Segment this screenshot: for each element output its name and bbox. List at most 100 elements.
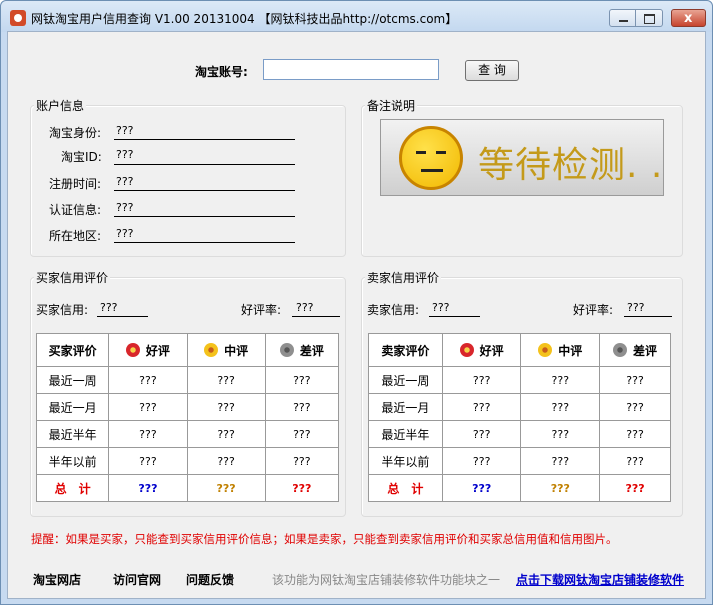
column-header: 买家评价 [35, 333, 110, 367]
maximize-button[interactable] [636, 9, 663, 27]
total-good: ??? [441, 474, 522, 502]
good-cell: ??? [441, 393, 522, 421]
field-underline [114, 190, 295, 191]
total-good: ??? [108, 474, 188, 502]
field-underline [624, 316, 672, 317]
status-text: 等待检测. . [478, 145, 664, 186]
good-cell: ??? [108, 447, 188, 475]
neutral-cell: ??? [186, 366, 266, 394]
table-row: 最近一月 ??? ??? ??? [35, 393, 340, 421]
column-header-label: 好评 [145, 343, 170, 358]
account-field-value: ??? [116, 148, 134, 161]
field-underline [114, 216, 295, 217]
account-field-label: 淘宝ID: [61, 150, 102, 164]
seller-rating-table: 卖家评价 好评 中评 差评 最近一周 ??? ??? ??? 最近一月 ??? … [368, 333, 671, 502]
seller-credit-value: ??? [432, 301, 450, 314]
seller-credit-title: 卖家信用评价 [365, 269, 442, 286]
official-site-link[interactable]: 访问官网 [113, 571, 161, 588]
bad-cell: ??? [264, 447, 340, 475]
neutral-face-icon [399, 126, 463, 190]
bad-cell: ??? [599, 447, 671, 475]
seller-rate-label: 好评率: [573, 303, 614, 317]
table-row: 最近一周 ??? ??? ??? [368, 366, 671, 394]
yellow-flower-icon [204, 342, 219, 357]
period-cell: 最近一周 [368, 366, 443, 394]
title-bar[interactable]: 网钛淘宝用户信用查询 V1.00 20131004 【网钛科技出品http://… [1, 1, 712, 32]
buyer-credit-title: 买家信用评价 [34, 269, 111, 286]
download-link[interactable]: 点击下载网钛淘宝店铺装修软件 [516, 571, 684, 588]
shop-link[interactable]: 淘宝网店 [33, 571, 81, 588]
face-mouth [421, 169, 443, 172]
period-cell: 最近半年 [368, 420, 443, 448]
account-field-label: 所在地区: [49, 229, 102, 243]
period-cell: 最近一周 [35, 366, 110, 394]
good-cell: ??? [441, 366, 522, 394]
account-field-value: ??? [116, 124, 134, 137]
total-label: 总 计 [35, 474, 110, 502]
wilted-flower-icon [613, 342, 628, 357]
period-cell: 最近一月 [35, 393, 110, 421]
total-row: 总 计 ??? ??? ??? [368, 474, 671, 502]
table-row: 半年以前 ??? ??? ??? [35, 447, 340, 475]
close-button[interactable]: x [671, 9, 706, 27]
buyer-rate-label: 好评率: [241, 303, 282, 317]
period-cell: 最近一月 [368, 393, 443, 421]
period-cell: 半年以前 [368, 447, 443, 475]
tip-text: 提醒：如果是买家，只能查到买家信用评价信息；如果是卖家，只能查到卖家信用评价和买… [31, 532, 618, 546]
table-row: 最近一月 ??? ??? ??? [368, 393, 671, 421]
bad-cell: ??? [264, 366, 340, 394]
account-field-label: 认证信息: [49, 203, 102, 217]
neutral-cell: ??? [186, 393, 266, 421]
bad-cell: ??? [599, 393, 671, 421]
column-header-label: 差评 [299, 343, 324, 358]
buyer-credit-value: ??? [100, 301, 118, 314]
red-flower-icon [125, 342, 140, 357]
buyer-rating-table: 买家评价 好评 中评 差评 最近一周 ??? ??? ??? 最近一月 ??? … [35, 333, 340, 502]
field-underline [97, 316, 148, 317]
neutral-cell: ??? [186, 420, 266, 448]
neutral-cell: ??? [520, 366, 601, 394]
total-neutral: ??? [520, 474, 601, 502]
column-header-neutral: 中评 [520, 333, 601, 367]
minimize-icon [619, 20, 628, 22]
column-header-label: 中评 [558, 343, 583, 358]
field-underline [429, 316, 480, 317]
close-icon: x [684, 11, 693, 26]
field-underline [114, 139, 295, 140]
column-header-bad: 差评 [264, 333, 340, 367]
period-cell: 半年以前 [35, 447, 110, 475]
total-bad: ??? [599, 474, 671, 502]
column-header-label: 好评 [479, 343, 504, 358]
good-cell: ??? [108, 366, 188, 394]
account-field-label: 注册时间: [49, 177, 102, 191]
seller-credit-label: 卖家信用: [367, 303, 420, 317]
total-label: 总 计 [368, 474, 443, 502]
period-cell: 最近半年 [35, 420, 110, 448]
neutral-cell: ??? [520, 420, 601, 448]
table-header-row: 买家评价 好评 中评 差评 [35, 333, 340, 367]
bad-cell: ??? [599, 420, 671, 448]
account-info-title: 账户信息 [34, 97, 87, 114]
account-search-label: 淘宝账号: [195, 65, 248, 79]
good-cell: ??? [108, 393, 188, 421]
query-button[interactable]: 查 询 [465, 60, 519, 81]
column-header-label: 中评 [224, 343, 249, 358]
field-underline [114, 164, 295, 165]
total-row: 总 计 ??? ??? ??? [35, 474, 340, 502]
notes-title: 备注说明 [365, 97, 418, 114]
account-field-value: ??? [116, 201, 134, 214]
account-search-input[interactable] [263, 59, 439, 80]
buyer-credit-label: 买家信用: [36, 303, 89, 317]
column-header-neutral: 中评 [186, 333, 266, 367]
feedback-link[interactable]: 问题反馈 [186, 571, 234, 588]
neutral-cell: ??? [186, 447, 266, 475]
bad-cell: ??? [264, 420, 340, 448]
footer-note: 该功能为网钛淘宝店铺装修软件功能块之一 [272, 573, 501, 587]
face-eye [436, 151, 446, 154]
minimize-button[interactable] [609, 9, 636, 27]
good-cell: ??? [108, 420, 188, 448]
seller-rate-value: ??? [627, 301, 645, 314]
total-bad: ??? [264, 474, 340, 502]
table-row: 半年以前 ??? ??? ??? [368, 447, 671, 475]
app-icon [10, 10, 26, 26]
